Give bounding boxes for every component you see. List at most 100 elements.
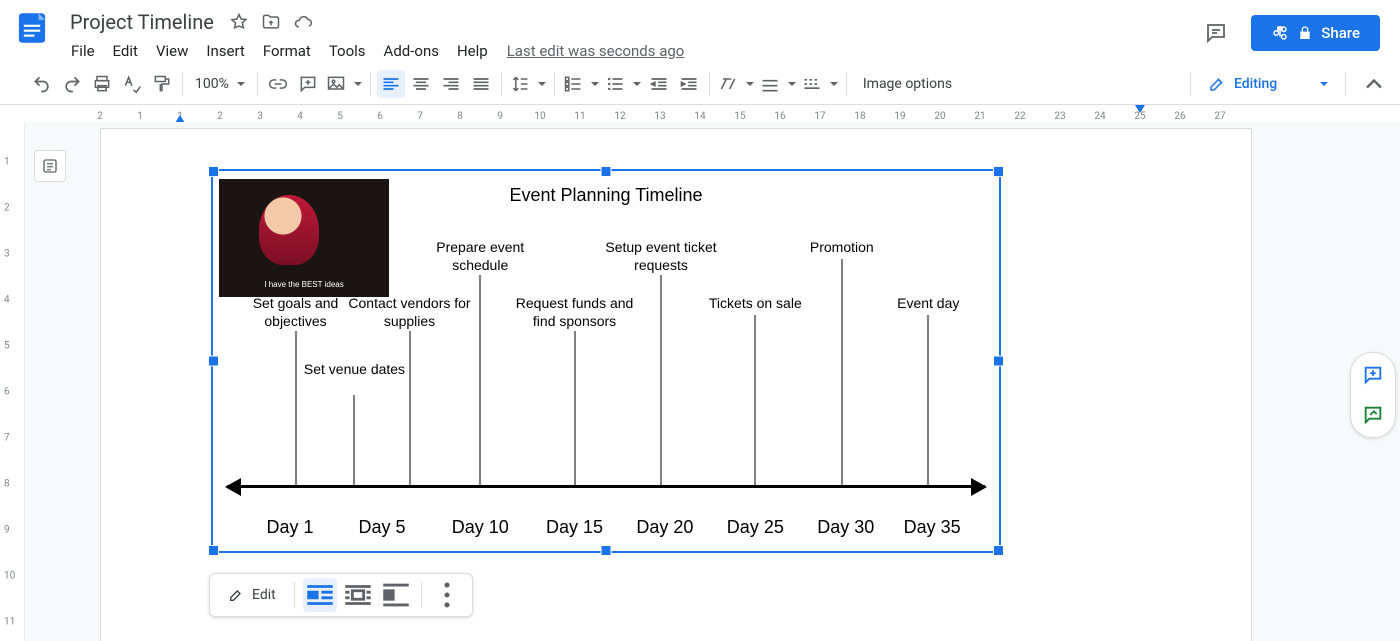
ruler-tick: 1 [4, 157, 10, 168]
workspace: 1234567891011 Event Planning Timeline I … [0, 122, 1400, 641]
zoom-value: 100% [195, 76, 229, 92]
timeline-axis [227, 485, 985, 488]
ruler-tick: 9 [497, 111, 503, 122]
share-button[interactable]: Share [1251, 15, 1380, 51]
last-edit-link[interactable]: Last edit was seconds ago [497, 38, 695, 64]
align-justify-icon[interactable] [467, 70, 495, 98]
ruler-tick: 2 [217, 111, 223, 122]
document-outline-icon[interactable] [34, 150, 66, 182]
menu-view[interactable]: View [147, 38, 197, 64]
toolbar-separator [554, 73, 555, 95]
cloud-saved-icon[interactable] [292, 11, 314, 33]
suggest-edits-pill-icon[interactable] [1359, 401, 1387, 429]
wrap-inline-icon[interactable] [303, 578, 337, 612]
border-dash-dropdown[interactable] [800, 70, 840, 98]
indent-decrease-icon[interactable] [645, 70, 673, 98]
align-left-icon[interactable] [377, 70, 405, 98]
add-comment-icon[interactable] [294, 70, 322, 98]
menu-edit[interactable]: Edit [104, 38, 147, 64]
timeline-event-label: Event day [863, 295, 993, 313]
menu-format[interactable]: Format [254, 38, 320, 64]
timeline-drawing: Event Planning Timeline I have the BEST … [213, 171, 999, 551]
insert-image-dropdown[interactable] [324, 70, 364, 98]
clear-formatting-dropdown[interactable] [716, 70, 756, 98]
timeline-event-label: Promotion [777, 239, 907, 257]
line-spacing-dropdown[interactable] [508, 70, 548, 98]
ruler-tick: 3 [257, 111, 263, 122]
star-icon[interactable] [228, 11, 250, 33]
toolbar-separator [709, 73, 710, 95]
timeline-stem [480, 275, 481, 485]
menu-file[interactable]: File [62, 38, 104, 64]
print-icon[interactable] [88, 70, 116, 98]
timeline-day-label: Day 25 [727, 517, 784, 538]
ruler-tick: 16 [774, 111, 785, 122]
zoom-dropdown[interactable]: 100% [189, 70, 251, 98]
ruler-tick: 12 [614, 111, 625, 122]
image-floating-toolbar: Edit [209, 573, 473, 617]
ruler-tick: 19 [894, 111, 905, 122]
menu-addons[interactable]: Add-ons [375, 38, 448, 64]
timeline-stem [574, 331, 575, 485]
insert-link-icon[interactable] [264, 70, 292, 98]
menu-help[interactable]: Help [448, 38, 497, 64]
indent-increase-icon[interactable] [675, 70, 703, 98]
collapse-toolbar-icon[interactable] [1360, 70, 1388, 98]
menu-tools[interactable]: Tools [320, 38, 375, 64]
title-bar: Project Timeline File Edit View Insert F… [0, 0, 1400, 64]
timeline-event-label: Set venue dates [289, 361, 419, 379]
side-actions [1350, 352, 1396, 438]
align-right-icon[interactable] [437, 70, 465, 98]
ruler-tick: 18 [854, 111, 865, 122]
menu-insert[interactable]: Insert [197, 38, 253, 64]
selected-drawing[interactable]: Event Planning Timeline I have the BEST … [211, 169, 1001, 553]
open-comments-icon[interactable] [1197, 14, 1235, 52]
menu-bar: File Edit View Insert Format Tools Add-o… [62, 38, 694, 64]
add-comment-pill-icon[interactable] [1359, 361, 1387, 389]
vertical-ruler[interactable]: 1234567891011 [0, 122, 25, 641]
edit-drawing-button[interactable]: Edit [218, 578, 286, 612]
ruler-tick: 14 [694, 111, 705, 122]
timeline-day-label: Day 1 [267, 517, 314, 538]
align-center-icon[interactable] [407, 70, 435, 98]
timeline-stem [295, 331, 296, 485]
break-text-icon[interactable] [379, 578, 413, 612]
document-page[interactable]: Event Planning Timeline I have the BEST … [100, 128, 1252, 641]
timeline-day-label: Day 20 [636, 517, 693, 538]
checklist-dropdown[interactable] [561, 70, 601, 98]
wrap-text-icon[interactable] [341, 578, 375, 612]
move-to-folder-icon[interactable] [260, 11, 282, 33]
ruler-tick: 7 [417, 111, 423, 122]
ruler-tick: 5 [4, 341, 10, 352]
paint-format-icon[interactable] [148, 70, 176, 98]
timeline-stem [354, 395, 355, 485]
redo-icon[interactable] [58, 70, 86, 98]
ruler-tick: 2 [4, 203, 10, 214]
timeline-day-label: Day 15 [546, 517, 603, 538]
photo-caption: I have the BEST ideas [264, 280, 343, 289]
editing-mode-dropdown[interactable]: Editing [1197, 70, 1339, 98]
ruler-tick: 6 [4, 387, 10, 398]
doc-title[interactable]: Project Timeline [66, 8, 218, 36]
spellcheck-icon[interactable] [118, 70, 146, 98]
undo-icon[interactable] [28, 70, 56, 98]
toolbar-separator [1345, 73, 1346, 95]
toolbar-separator [182, 73, 183, 95]
more-options-icon[interactable] [430, 578, 464, 612]
border-color-dropdown[interactable] [758, 70, 798, 98]
toolbar-separator [846, 73, 847, 95]
bulleted-list-dropdown[interactable] [603, 70, 643, 98]
docs-app-icon[interactable] [12, 8, 52, 48]
timeline-day-label: Day 5 [358, 517, 405, 538]
toolbar-separator [421, 582, 422, 608]
ruler-tick: 26 [1174, 111, 1185, 122]
ruler-tick: 24 [1094, 111, 1105, 122]
image-options-button[interactable]: Image options [853, 76, 962, 92]
ruler-tick: 3 [4, 249, 10, 260]
main-toolbar: 100% Image options Editing [0, 64, 1400, 105]
ruler-tick: 9 [4, 525, 10, 536]
edit-label: Edit [252, 587, 276, 603]
timeline-event-label: Set goals and objectives [231, 295, 361, 330]
ruler-tick: 10 [4, 571, 15, 582]
timeline-event-label: Prepare event schedule [415, 239, 545, 274]
